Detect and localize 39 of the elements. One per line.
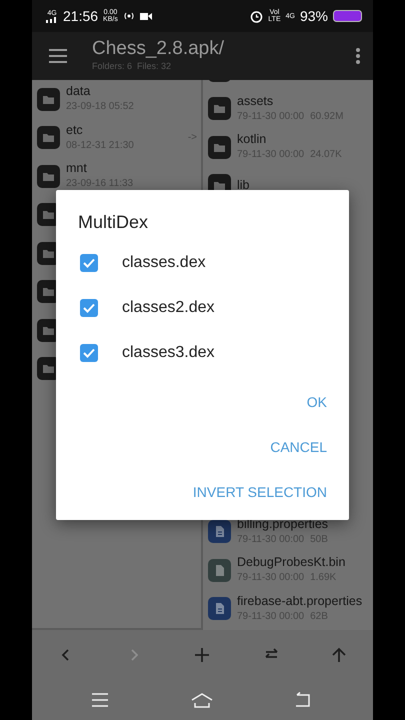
file-icon	[208, 558, 231, 582]
folder-summary: Folders: 6 Files: 32	[92, 60, 172, 73]
file-name: firebase-abt.properties	[237, 594, 364, 609]
folder-title: Chess_2.8.apk/	[92, 38, 226, 60]
more-options-icon[interactable]	[355, 47, 361, 65]
alarm-icon	[250, 10, 264, 22]
add-icon[interactable]	[193, 646, 212, 664]
file-name: lib	[237, 178, 251, 194]
file-name: data	[66, 84, 92, 100]
checkbox[interactable]	[80, 298, 98, 316]
video-icon	[140, 12, 152, 20]
file-name: billing.properties	[237, 516, 330, 532]
clock: 21:56	[63, 6, 98, 26]
checkbox[interactable]	[80, 344, 98, 362]
checkbox-option[interactable]: classes2.dex	[78, 285, 327, 330]
menu-icon[interactable]	[48, 48, 68, 64]
document-icon	[208, 520, 231, 544]
file-name: mnt	[66, 161, 88, 176]
battery-icon	[333, 10, 363, 22]
home-icon[interactable]	[191, 691, 214, 709]
folder-icon	[37, 88, 60, 111]
file-name: DebugProbesKt.bin	[237, 555, 346, 570]
folder-icon	[208, 136, 231, 159]
file-name: kotlin	[237, 132, 268, 148]
dialog-title: MultiDex	[78, 211, 150, 234]
checkbox[interactable]	[80, 254, 98, 272]
file-name: assets	[237, 94, 274, 109]
battery-percent: 93%	[300, 6, 328, 26]
link-arrow: ->	[188, 131, 197, 146]
up-arrow-icon[interactable]	[330, 646, 348, 664]
hotspot-icon	[122, 11, 135, 21]
checkbox-option[interactable]: classes.dex	[78, 240, 327, 285]
checkbox-option[interactable]: classes3.dex	[78, 330, 327, 375]
signal-icon	[46, 16, 58, 22]
folder-icon	[208, 97, 231, 120]
file-name: etc	[66, 122, 84, 138]
folder-icon	[37, 164, 60, 188]
document-icon	[208, 597, 231, 620]
folder-icon	[37, 126, 60, 150]
